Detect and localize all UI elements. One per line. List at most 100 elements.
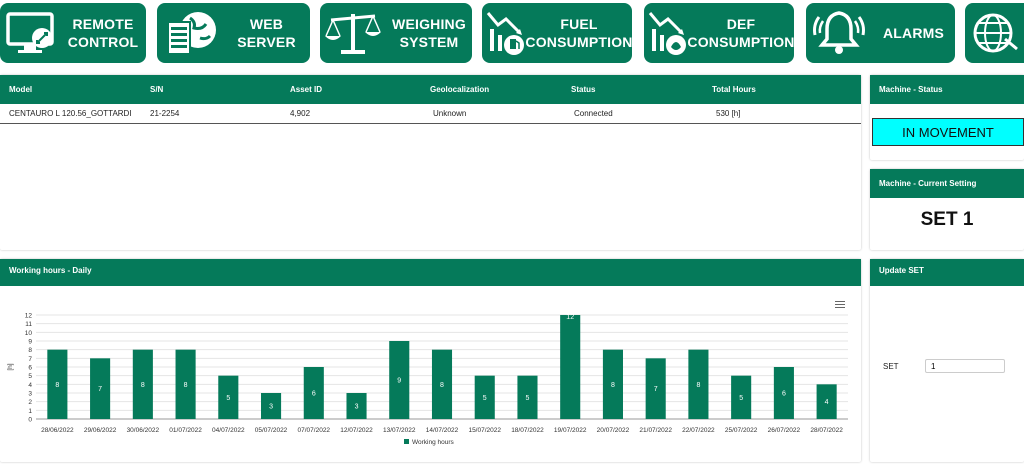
header-status: Status (571, 85, 596, 94)
table-header-row: Model S/N Asset ID Geolocalization Statu… (0, 75, 861, 104)
y-tick-label: 8 (28, 347, 32, 354)
status-badge: IN MOVEMENT (872, 118, 1024, 146)
y-tick-label: 11 (25, 321, 32, 328)
x-tick-label: 05/07/2022 (255, 427, 288, 434)
y-tick-label: 5 (28, 373, 32, 380)
bar-value-label: 7 (654, 386, 658, 393)
bar-value-label: 4 (825, 399, 829, 406)
header-sn: S/N (150, 85, 164, 94)
alarms-label: ALARMS (882, 25, 945, 41)
x-tick-label: 21/07/2022 (639, 427, 672, 434)
x-tick-label: 25/07/2022 (725, 427, 758, 434)
bar-value-label: 8 (184, 382, 188, 389)
update-set-panel: Update SET SET (870, 259, 1024, 462)
y-tick-label: 2 (28, 399, 32, 406)
bar-value-label: 6 (312, 391, 316, 398)
bar-value-label: 5 (226, 395, 230, 402)
machine-status-title: Machine - Status (870, 75, 1024, 104)
cell-asset-id: 4,902 (290, 109, 311, 118)
working-hours-title: Working hours - Daily (0, 259, 861, 286)
x-tick-label: 14/07/2022 (426, 427, 459, 434)
x-tick-label: 30/06/2022 (127, 427, 160, 434)
bar-value-label: 8 (696, 382, 700, 389)
scale-icon (320, 3, 386, 63)
working-hours-chart: 0123456789101112[h]828/06/2022729/06/202… (7, 313, 848, 446)
y-tick-label: 6 (28, 365, 32, 372)
bar-value-label: 6 (782, 391, 786, 398)
y-tick-label: 9 (28, 339, 32, 346)
header-asset-id: Asset ID (290, 85, 323, 94)
machine-status-panel: Machine - Status IN MOVEMENT (870, 75, 1024, 160)
monitor-remote-icon (0, 3, 60, 63)
x-tick-label: 28/06/2022 (41, 427, 74, 434)
update-set-title: Update SET (870, 259, 1024, 286)
web-server-button[interactable]: WEB SERVER (157, 3, 310, 63)
x-tick-label: 12/07/2022 (340, 427, 373, 434)
header-geolocalization: Geolocalization (430, 85, 490, 94)
current-setting-panel: Machine - Current Setting SET 1 (870, 169, 1024, 250)
globe-icon (965, 3, 1024, 63)
remote-control-label: REMOTE CONTROL (67, 16, 139, 50)
set-input[interactable] (925, 359, 1005, 373)
bar-value-label: 7 (98, 386, 102, 393)
legend-label: Working hours (412, 439, 455, 446)
x-tick-label: 29/06/2022 (84, 427, 117, 434)
remote-control-button[interactable]: REMOTE CONTROL (0, 3, 146, 63)
machine-table-panel: Model S/N Asset ID Geolocalization Statu… (0, 75, 861, 250)
header-total-hours: Total Hours (712, 85, 756, 94)
x-tick-label: 01/07/2022 (169, 427, 202, 434)
cell-status: Connected (574, 109, 613, 118)
x-tick-label: 28/07/2022 (810, 427, 843, 434)
cell-geolocalization: Unknown (433, 109, 467, 118)
x-tick-label: 19/07/2022 (554, 427, 587, 434)
server-globe-icon (157, 3, 223, 63)
y-tick-label: 4 (28, 382, 32, 389)
alarms-button[interactable]: ALARMS (806, 3, 955, 63)
y-tick-label: 7 (28, 356, 32, 363)
bell-icon (806, 3, 872, 63)
bar-value-label: 5 (739, 395, 743, 402)
x-tick-label: 18/07/2022 (511, 427, 544, 434)
web-server-label: WEB SERVER (237, 16, 296, 50)
y-axis-label: [h] (7, 363, 14, 370)
legend-swatch (404, 439, 409, 444)
weighing-system-label: WEIGHING SYSTEM (392, 16, 466, 50)
x-tick-label: 22/07/2022 (682, 427, 715, 434)
current-setting-value: SET 1 (920, 209, 974, 230)
x-tick-label: 13/07/2022 (383, 427, 416, 434)
def-consumption-button[interactable]: DEF CONSUMPTION (644, 3, 794, 63)
y-tick-label: 3 (28, 391, 32, 398)
def-consumption-label: DEF CONSUMPTION (687, 16, 795, 50)
header-model: Model (9, 85, 33, 94)
y-tick-label: 0 (28, 417, 32, 424)
bar-value-label: 9 (397, 378, 401, 385)
current-setting-title: Machine - Current Setting (870, 169, 1024, 198)
y-tick-label: 10 (25, 330, 33, 337)
y-tick-label: 12 (25, 313, 33, 320)
bar-value-label: 8 (611, 382, 615, 389)
bar-value-label: 8 (141, 382, 145, 389)
bar-value-label: 5 (526, 395, 530, 402)
working-hours-panel: Working hours - Daily 0 1 2 3 4 5 6 7 8 9 10 11 12 [h… (0, 259, 861, 462)
fuel-consumption-button[interactable]: FUEL CONSUMPTION (482, 3, 632, 63)
cell-model: CENTAURO L 120.56_GOTTARDI (9, 109, 132, 118)
x-tick-label: 15/07/2022 (468, 427, 501, 434)
y-tick-label: 1 (28, 408, 32, 415)
bar-value-label: 12 (566, 314, 574, 321)
x-tick-label: 26/07/2022 (768, 427, 801, 434)
bar-value-label: 8 (55, 382, 59, 389)
bar-value-label: 5 (483, 395, 487, 402)
bar-value-label: 3 (355, 404, 359, 411)
weighing-system-button[interactable]: WEIGHING SYSTEM (320, 3, 472, 63)
globe-button[interactable] (965, 3, 1024, 63)
fuel-consumption-label: FUEL CONSUMPTION (525, 16, 633, 50)
table-row[interactable]: CENTAURO L 120.56_GOTTARDI 21-2254 4,902… (0, 104, 861, 124)
set-label: SET (883, 362, 899, 371)
bar-value-label: 3 (269, 404, 273, 411)
cell-total-hours: 530 [h] (716, 109, 741, 118)
x-tick-label: 07/07/2022 (298, 427, 331, 434)
bar (560, 315, 581, 419)
x-tick-label: 04/07/2022 (212, 427, 245, 434)
cell-sn: 21-2254 (150, 109, 180, 118)
bar-value-label: 8 (440, 382, 444, 389)
